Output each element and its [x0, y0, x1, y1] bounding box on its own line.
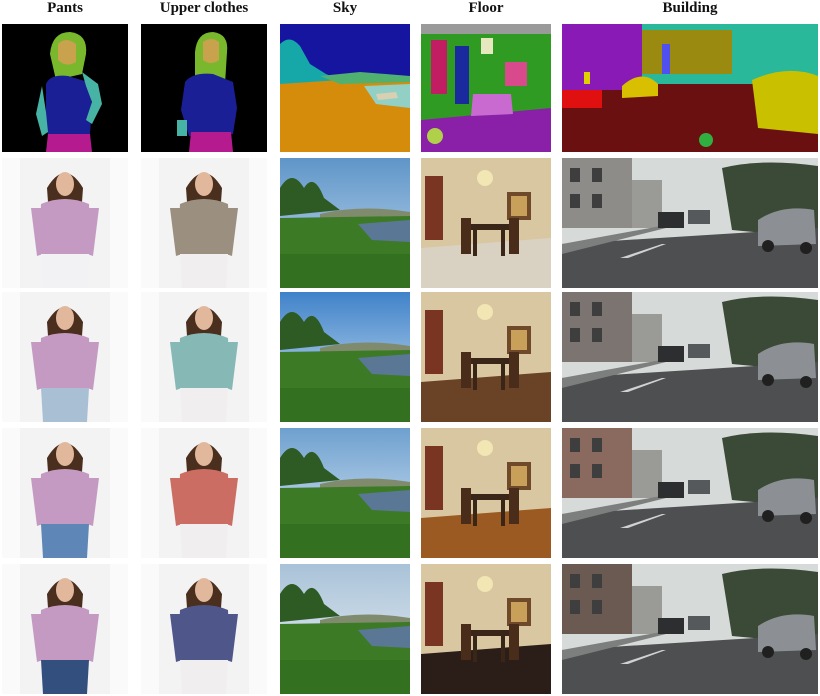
segmap-upper-clothes — [141, 24, 267, 152]
segmap-building — [562, 24, 818, 152]
result-upper-3-image — [141, 428, 267, 558]
result-building-4-image — [562, 564, 818, 694]
result-floor-2-image — [421, 292, 551, 422]
column-header-sky: Sky — [332, 0, 358, 16]
result-pants-3-image — [2, 428, 128, 558]
segmap-floor — [421, 24, 551, 152]
column-header-building: Building — [662, 0, 718, 16]
segmap-pants — [2, 24, 128, 152]
result-upper-2-image — [141, 292, 267, 422]
result-upper-1-image — [141, 158, 267, 288]
result-floor-1-image — [421, 158, 551, 288]
result-building-2-image — [562, 292, 818, 422]
result-floor-4-image — [421, 564, 551, 694]
segmap-sky — [280, 24, 410, 152]
result-pants-2-image — [2, 292, 128, 422]
result-sky-2-image — [280, 292, 410, 422]
column-header-floor: Floor — [468, 0, 504, 16]
result-floor-3-image — [421, 428, 551, 558]
result-sky-3-image — [280, 428, 410, 558]
result-upper-4-image — [141, 564, 267, 694]
result-pants-4-image — [2, 564, 128, 694]
result-sky-1-image — [280, 158, 410, 288]
column-header-pants: Pants — [47, 0, 83, 16]
column-header-upper-clothes: Upper clothes — [159, 0, 249, 16]
result-building-3-image — [562, 428, 818, 558]
result-sky-4-image — [280, 564, 410, 694]
result-pants-1-image — [2, 158, 128, 288]
result-building-1-image — [562, 158, 818, 288]
